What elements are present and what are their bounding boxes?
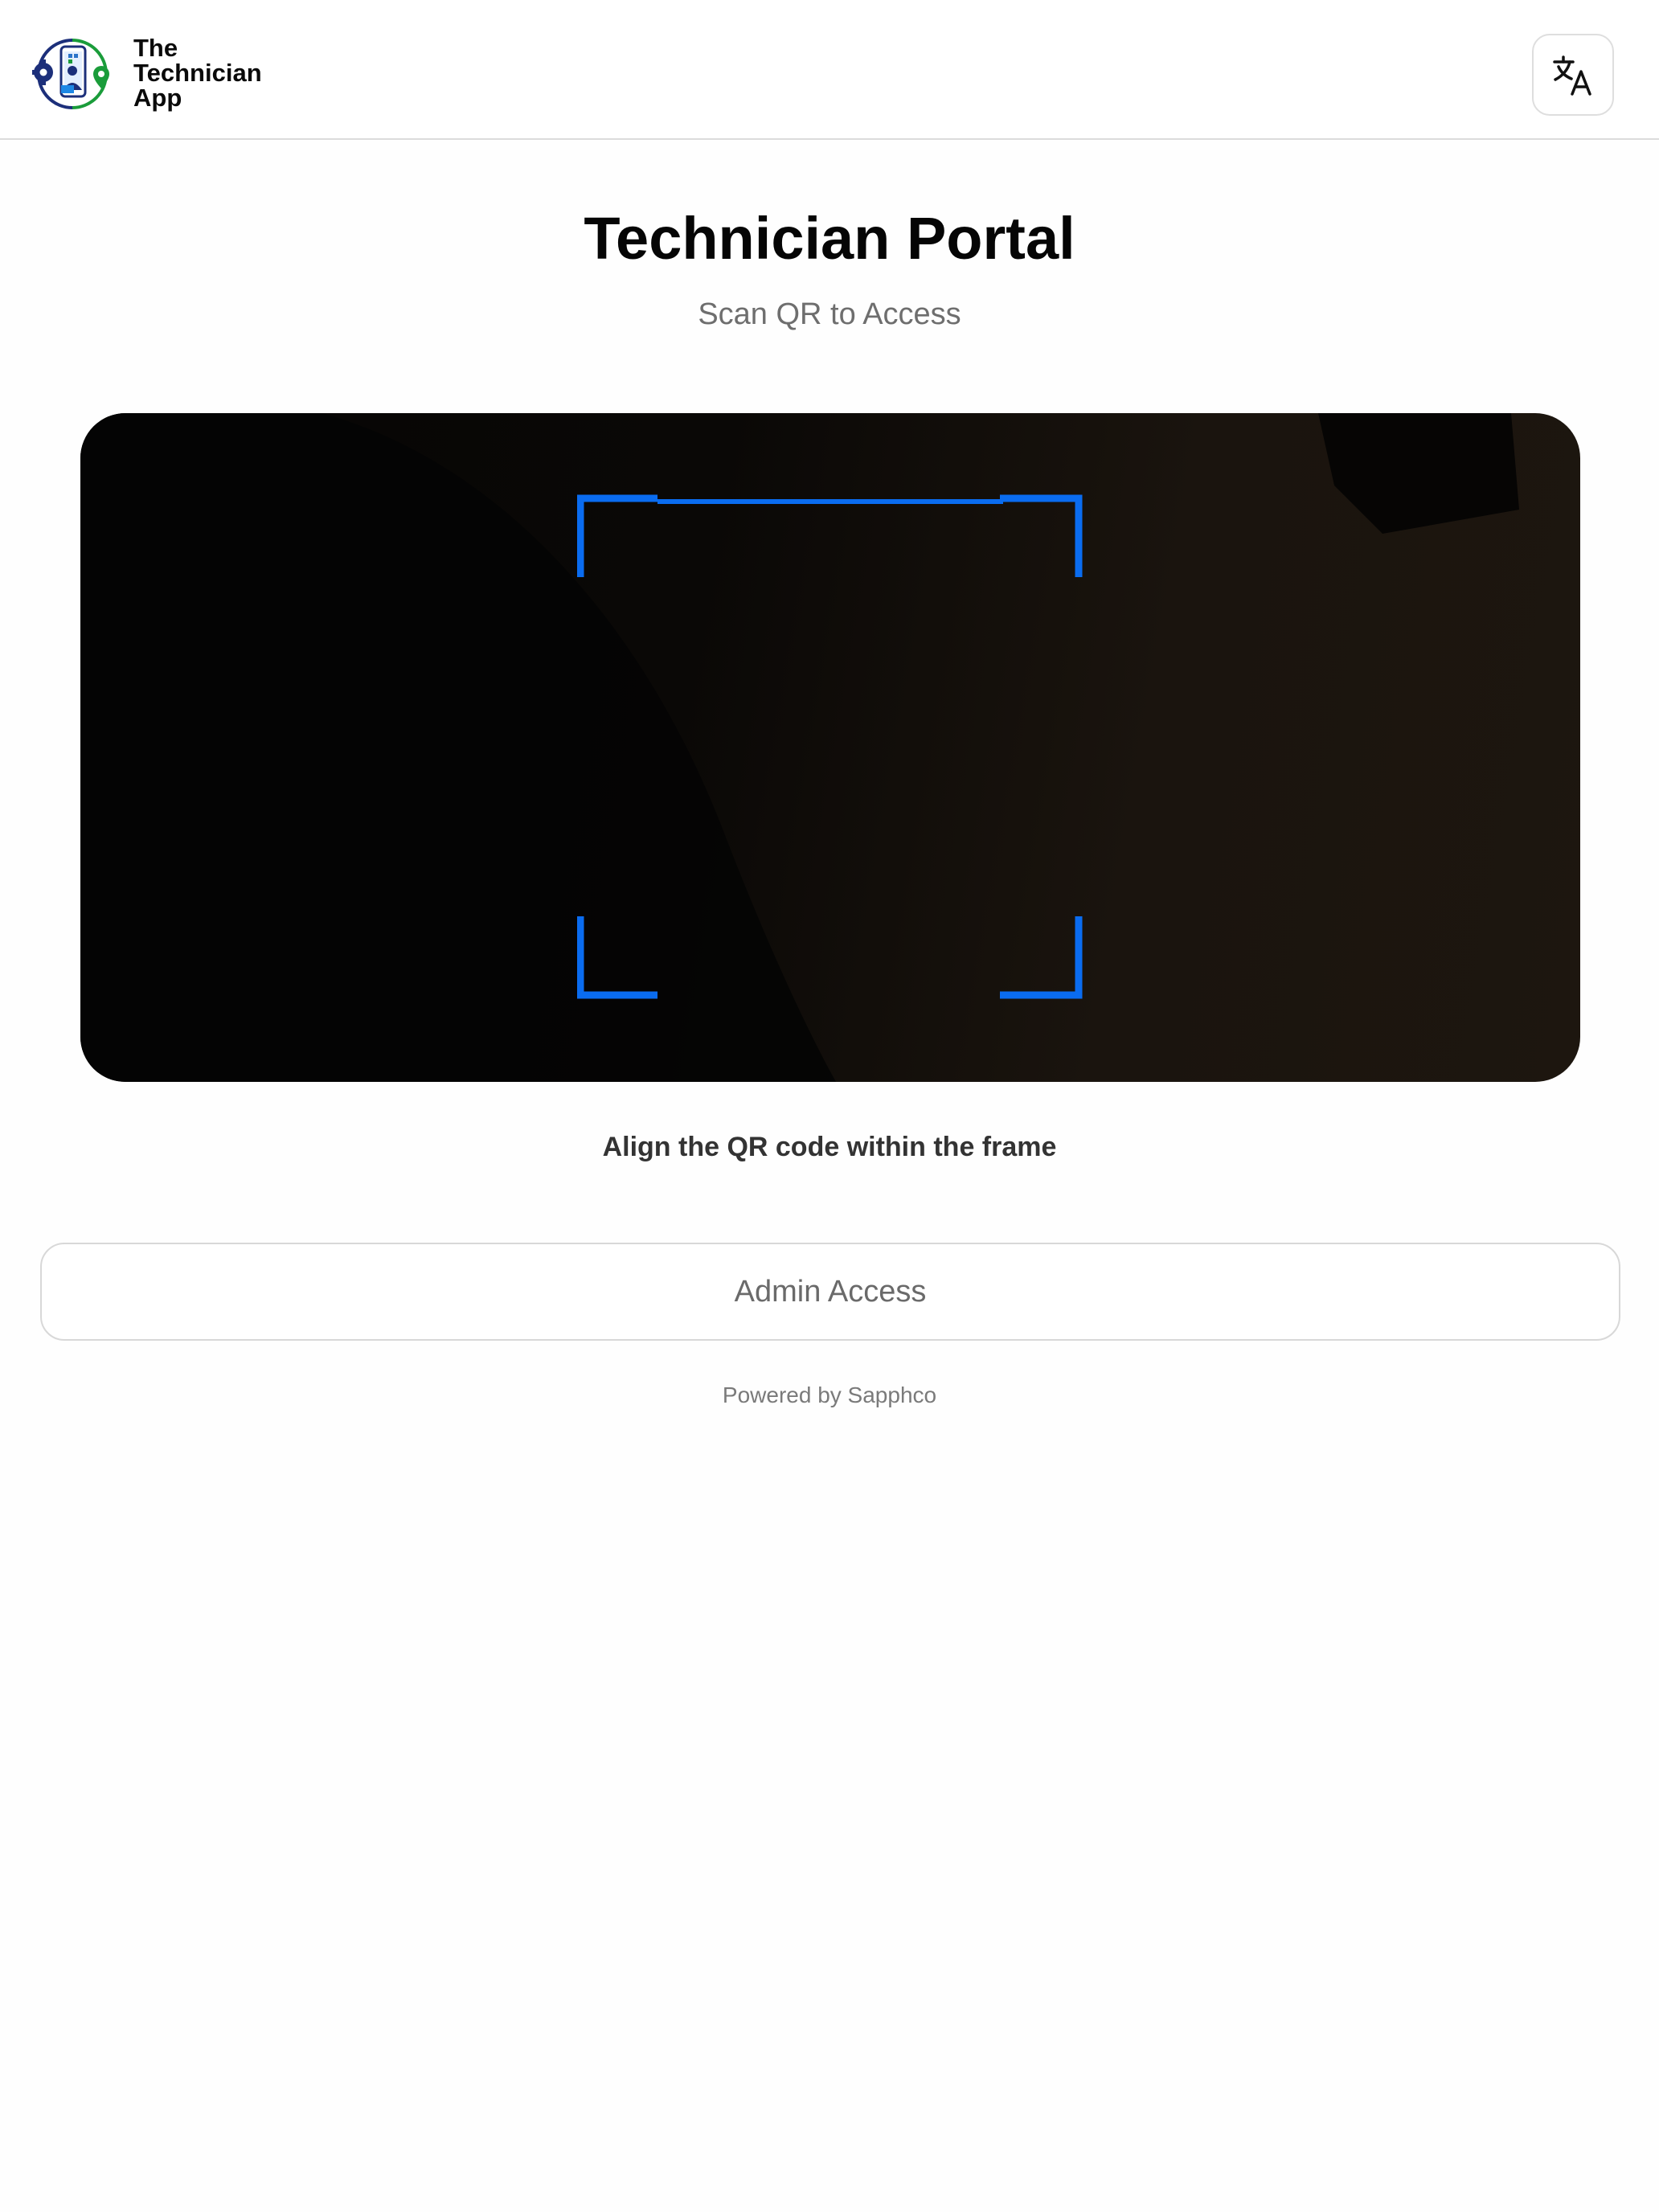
brand-line-1: The: [133, 34, 178, 62]
page-subtitle: Scan QR to Access: [698, 297, 961, 331]
qr-scan-frame: [576, 494, 1083, 1000]
top-header: The Technician App: [0, 0, 1659, 140]
technician-app-logo: [31, 35, 113, 113]
translate-icon: [1553, 55, 1591, 96]
admin-access-button[interactable]: Admin Access: [40, 1243, 1620, 1341]
language-button[interactable]: [1532, 34, 1614, 116]
brand-line-2: Technician: [133, 59, 262, 87]
brand-name: The Technician App: [133, 35, 310, 110]
page-title: Technician Portal: [584, 205, 1075, 272]
footer-powered-by: Powered by Sapphco: [722, 1382, 937, 1407]
scan-hint: Align the QR code within the frame: [602, 1132, 1057, 1162]
brand-line-3: App: [133, 84, 182, 112]
